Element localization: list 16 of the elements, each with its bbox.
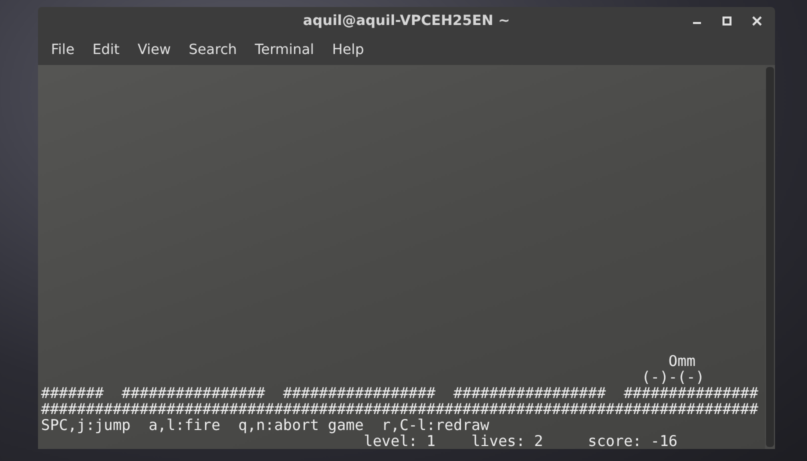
menu-item[interactable]: Help [323, 40, 373, 60]
menu-item[interactable]: Search [180, 40, 246, 60]
close-icon [752, 16, 762, 26]
terminal-line: ################################################################################ [41, 401, 760, 417]
terminal-line: SPC,j:jump a,l:fire q,n:abort game r,C-l:redraw [41, 417, 490, 433]
terminal-line: Omm [668, 353, 696, 369]
menu-item[interactable]: Edit [83, 40, 129, 60]
terminal-line: ####### ################ ################# ################# ############### [41, 385, 760, 401]
terminal-line: level: 1 lives: 2 score: -16 [363, 433, 679, 449]
maximize-icon [722, 16, 732, 26]
menu-item[interactable]: Terminal [246, 40, 324, 60]
window-title: aquil@aquil-VPCEH25EN ~ [303, 13, 510, 29]
scrollbar-thumb[interactable] [766, 67, 774, 447]
menu-item[interactable]: File [42, 40, 84, 60]
terminal-line: (-)-(-) [640, 369, 706, 385]
menu-item[interactable]: View [128, 40, 180, 60]
